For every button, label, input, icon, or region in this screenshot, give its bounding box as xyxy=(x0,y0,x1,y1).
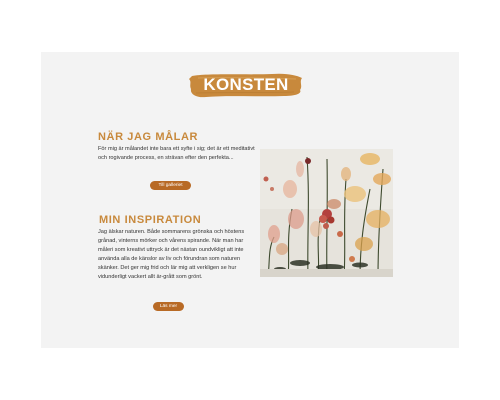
inspiration-heading: MIN INSPIRATION xyxy=(99,214,202,226)
botanical-painting-icon xyxy=(260,149,393,277)
section-title-banner: KONSTEN xyxy=(188,72,304,98)
section-title: KONSTEN xyxy=(203,75,289,94)
painting-heading: NÄR JAG MÅLAR xyxy=(98,131,199,143)
botanical-painting-image xyxy=(260,149,393,277)
read-more-button[interactable]: Läs mer xyxy=(153,302,184,311)
painting-text: För mig är målandet inte bara ett syfte … xyxy=(98,146,255,161)
gallery-button[interactable]: Till galleriet xyxy=(150,181,191,190)
inspiration-text: Jag älskar naturen. Både sommarens gröns… xyxy=(98,229,245,280)
